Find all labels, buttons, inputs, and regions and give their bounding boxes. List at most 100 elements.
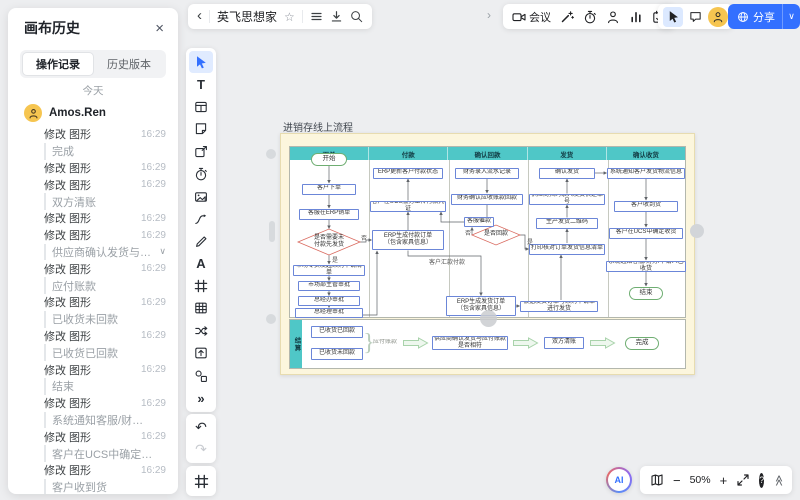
flow-node[interactable]: 打印核对订单发货信息清单 xyxy=(529,244,605,255)
flow-node[interactable]: 双方清账 xyxy=(544,337,584,349)
history-item[interactable]: 修改 图形16:29 xyxy=(44,227,166,244)
laser-pen-icon[interactable] xyxy=(560,10,574,24)
poll-icon[interactable] xyxy=(629,10,643,24)
comment-icon[interactable] xyxy=(689,10,702,23)
shapes-more-tool[interactable] xyxy=(186,364,216,386)
history-item[interactable]: 修改 图形16:29 xyxy=(44,260,166,277)
compass-tool[interactable]: A xyxy=(186,253,216,275)
flow-node[interactable]: 系统通知客户发货物流信息 xyxy=(607,168,685,179)
timer-tool[interactable] xyxy=(186,163,216,185)
undo-button[interactable]: ↶ xyxy=(186,416,216,438)
download-icon[interactable] xyxy=(330,10,343,23)
flow-arrow[interactable] xyxy=(402,337,429,349)
shuffle-tool[interactable] xyxy=(186,320,216,342)
select-tool[interactable] xyxy=(189,51,213,73)
back-icon[interactable]: ‹ xyxy=(197,8,202,23)
menu-icon[interactable] xyxy=(310,10,323,23)
zoom-out-button[interactable]: − xyxy=(673,474,681,487)
flowchart-sheet[interactable]: 下单付款确认回款发货确认收货 结算 开始客户下单客服在ERP销单是否需要未付款先… xyxy=(280,133,695,375)
flow-node[interactable]: 客服在ERP销单 xyxy=(299,209,359,220)
flow-node[interactable]: 开始 xyxy=(311,153,347,166)
flow-arrow[interactable] xyxy=(589,337,616,349)
flow-node[interactable]: 总经办审批 xyxy=(298,296,360,306)
redo-button[interactable]: ↷ xyxy=(186,438,216,460)
panel-drag-handle[interactable] xyxy=(269,221,275,242)
history-item[interactable]: 修改 图形16:29 xyxy=(44,428,166,445)
frame-select-tool[interactable] xyxy=(186,466,216,496)
flow-node[interactable]: 应付账款 xyxy=(369,339,401,347)
tab-version-history[interactable]: 历史版本 xyxy=(94,52,164,76)
flow-node[interactable]: ERP更新客户付款状态 xyxy=(373,168,443,179)
fullscreen-icon[interactable] xyxy=(736,473,750,487)
history-item[interactable]: 修改 图形16:29 xyxy=(44,160,166,177)
search-icon[interactable] xyxy=(350,10,363,23)
tab-operation-log[interactable]: 操作记录 xyxy=(22,52,94,76)
frame-tool[interactable] xyxy=(186,275,216,297)
flow-node[interactable]: 客户收到货 xyxy=(614,201,678,212)
members-icon[interactable] xyxy=(606,10,620,24)
history-item[interactable]: 修改 图形16:29 xyxy=(44,328,166,345)
flow-node[interactable]: 根据发货订单与采购申请单进行发货 xyxy=(520,301,598,312)
star-icon[interactable]: ☆ xyxy=(284,10,295,24)
meeting-icon[interactable]: 会议 xyxy=(512,9,551,25)
flow-node[interactable]: 是否需要未付款先发货 xyxy=(298,229,360,255)
shape-tool[interactable] xyxy=(186,141,216,163)
pen-tool[interactable] xyxy=(186,230,216,252)
canvas-handle-right[interactable] xyxy=(690,224,704,238)
table-tool[interactable] xyxy=(186,297,216,319)
flow-node[interactable]: 生产发货二维码 xyxy=(536,218,598,229)
flow-node[interactable]: 财务确认应收账款回款 xyxy=(451,194,523,205)
flow-node[interactable]: 结束 xyxy=(629,287,663,300)
more-tools[interactable]: » xyxy=(186,387,216,409)
flow-node[interactable]: 已收货已回款 xyxy=(311,326,363,338)
close-icon[interactable]: × xyxy=(155,21,164,36)
history-item[interactable]: 修改 图形16:29 xyxy=(44,294,166,311)
sticky-note-tool[interactable] xyxy=(186,118,216,140)
canvas-handle-bottom[interactable] xyxy=(266,314,276,324)
flow-node[interactable]: 系统通知客服/财务/申请人已收货 xyxy=(606,261,686,272)
avatar[interactable] xyxy=(708,7,728,27)
flow-node[interactable]: 市场专员发起采购申请清单 xyxy=(293,265,365,276)
flow-node[interactable]: 市场部主管审批 xyxy=(298,281,360,291)
flow-node[interactable]: ERP生成付款订单（包含家具信息） xyxy=(372,230,444,250)
flow-node[interactable]: 财务录入流水记录 xyxy=(455,168,519,179)
flow-node[interactable]: 是否回款 xyxy=(472,225,520,245)
flow-node[interactable]: 供应商扫码录入发货快递单号 xyxy=(529,194,605,205)
history-item[interactable]: 修改 图形16:29 xyxy=(44,462,166,479)
flow-arrow[interactable] xyxy=(512,337,539,349)
history-tabs: 操作记录历史版本 xyxy=(20,50,166,78)
flow-node[interactable]: 完成 xyxy=(625,337,659,350)
zoom-in-button[interactable]: + xyxy=(720,474,728,487)
help-button[interactable]: ? xyxy=(759,473,764,488)
share-button[interactable]: 分享 ∨ xyxy=(728,4,800,29)
history-item[interactable]: 修改 图形16:29 xyxy=(44,361,166,378)
history-item[interactable]: 修改 图形16:29 xyxy=(44,126,166,143)
upload-tool[interactable] xyxy=(186,342,216,364)
canvas-handle-top[interactable] xyxy=(266,149,276,159)
flow-node[interactable]: 客户在UCS中确定收货 xyxy=(609,228,683,239)
flow-node[interactable]: 总经理审批 xyxy=(295,308,363,318)
collapse-toolbar-icon[interactable]: › xyxy=(487,8,491,22)
share-caret-icon[interactable]: ∨ xyxy=(783,11,800,22)
flow-node[interactable]: 供应商确认发货与应付账款是否相符 xyxy=(432,336,508,350)
flow-node[interactable]: 已收货未回款 xyxy=(311,348,363,360)
template-tool[interactable] xyxy=(186,96,216,118)
ai-assistant-button[interactable]: AI xyxy=(606,467,632,493)
text-tool[interactable]: T xyxy=(186,73,216,95)
history-item[interactable]: 修改 图形16:29 xyxy=(44,395,166,412)
connector-tool[interactable] xyxy=(186,208,216,230)
flow-node[interactable]: 客户在UCS服务上传付款凭证 xyxy=(370,201,446,212)
minimap-icon[interactable] xyxy=(650,473,664,487)
flow-node[interactable]: 客户下单 xyxy=(302,184,356,195)
timer-icon[interactable] xyxy=(583,10,597,24)
pointer-tool-icon[interactable] xyxy=(663,7,683,27)
zoom-level[interactable]: 50% xyxy=(690,474,711,486)
collapse-bar-icon[interactable]: ≫ xyxy=(772,474,785,486)
history-item[interactable]: 修改 图形16:29 xyxy=(44,176,166,193)
media-tool[interactable] xyxy=(186,185,216,207)
board-title[interactable]: 英飞思想家 xyxy=(217,8,277,25)
chevron-down-icon[interactable]: ∨ xyxy=(159,246,166,257)
history-item[interactable]: 修改 图形16:29 xyxy=(44,210,166,227)
flow-node[interactable]: 确认发货 xyxy=(539,168,595,179)
app-root: 进销存线上流程 下单付款确认回款发货确认收货 结算 开始客户下单客服在ERP销单… xyxy=(0,0,800,500)
